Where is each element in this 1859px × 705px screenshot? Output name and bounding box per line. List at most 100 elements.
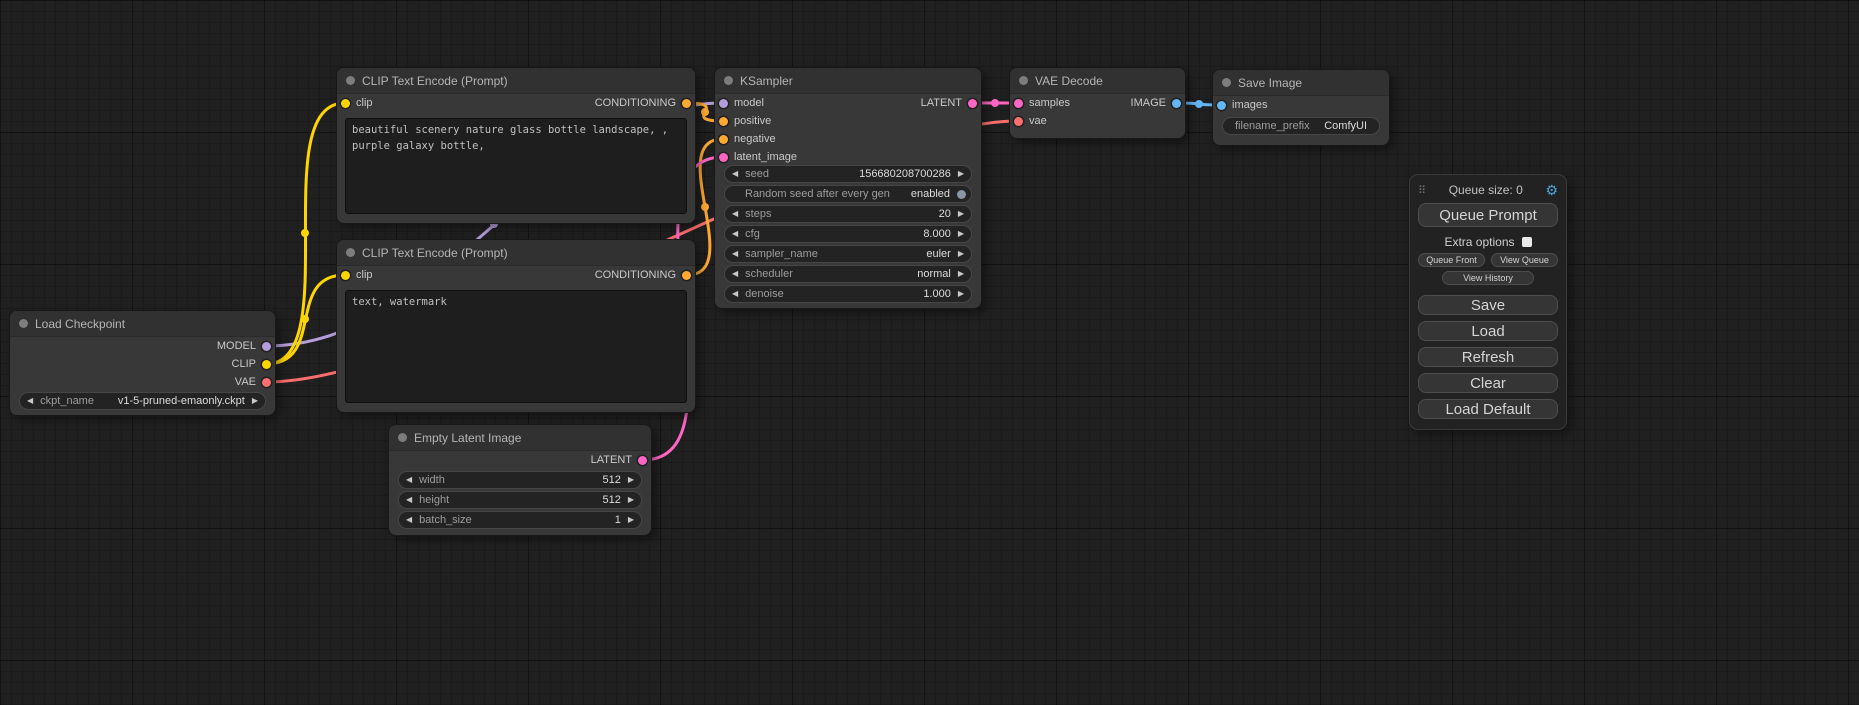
node-title-bar[interactable]: CLIP Text Encode (Prompt): [337, 68, 695, 94]
output-slot-conditioning[interactable]: CONDITIONING: [595, 266, 695, 284]
input-slot-latent-image[interactable]: latent_image: [715, 148, 981, 166]
node-empty-latent-image[interactable]: Empty Latent Image LATENT ◀ width 512 ▶ …: [389, 425, 651, 535]
decrement-arrow-icon[interactable]: ◀: [399, 512, 419, 528]
extra-options-checkbox[interactable]: [1522, 237, 1532, 247]
slot-dot-latent[interactable]: [638, 456, 647, 465]
slot-dot-conditioning[interactable]: [719, 117, 728, 126]
increment-arrow-icon[interactable]: ▶: [245, 393, 265, 409]
widget-denoise[interactable]: ◀ denoise 1.000 ▶: [725, 286, 971, 302]
node-title-bar[interactable]: KSampler: [715, 68, 981, 94]
clear-button[interactable]: Clear: [1418, 373, 1558, 393]
node-save-image[interactable]: Save Image images filename_prefix ComfyU…: [1213, 70, 1389, 145]
decrement-arrow-icon[interactable]: ◀: [725, 286, 745, 302]
node-clip-text-encode-positive[interactable]: CLIP Text Encode (Prompt) clip CONDITION…: [337, 68, 695, 223]
widget-sampler-name[interactable]: ◀ sampler_name euler ▶: [725, 246, 971, 262]
widget-seed[interactable]: ◀ seed 156680208700286 ▶: [725, 166, 971, 182]
output-slot-vae[interactable]: VAE: [10, 373, 275, 391]
view-history-button[interactable]: View History: [1442, 271, 1534, 285]
input-slot-images[interactable]: images: [1213, 96, 1389, 114]
collapse-toggle-icon[interactable]: [19, 319, 28, 328]
slot-dot-conditioning[interactable]: [682, 271, 691, 280]
node-vae-decode[interactable]: VAE Decode samples IMAGE vae: [1010, 68, 1185, 138]
widget-ckpt-name[interactable]: ◀ ckpt_name v1-5-pruned-emaonly.ckpt ▶: [20, 393, 265, 409]
save-button[interactable]: Save: [1418, 295, 1558, 315]
slot-dot-latent[interactable]: [719, 153, 728, 162]
slot-dot-model[interactable]: [719, 99, 728, 108]
node-title-bar[interactable]: CLIP Text Encode (Prompt): [337, 240, 695, 266]
increment-arrow-icon[interactable]: ▶: [951, 266, 971, 282]
slot-dot-vae[interactable]: [262, 378, 271, 387]
collapse-toggle-icon[interactable]: [346, 76, 355, 85]
collapse-toggle-icon[interactable]: [346, 248, 355, 257]
widget-steps[interactable]: ◀ steps 20 ▶: [725, 206, 971, 222]
output-slot-latent[interactable]: LATENT: [921, 94, 981, 112]
node-clip-text-encode-negative[interactable]: CLIP Text Encode (Prompt) clip CONDITION…: [337, 240, 695, 412]
prompt-textarea[interactable]: beautiful scenery nature glass bottle la…: [345, 118, 687, 214]
decrement-arrow-icon[interactable]: ◀: [399, 472, 419, 488]
widget-batch-size[interactable]: ◀ batch_size 1 ▶: [399, 512, 641, 528]
view-queue-button[interactable]: View Queue: [1491, 253, 1558, 267]
slot-dot-clip[interactable]: [341, 271, 350, 280]
output-slot-model[interactable]: MODEL: [10, 337, 275, 355]
node-title-bar[interactable]: Empty Latent Image: [389, 425, 651, 451]
node-ksampler[interactable]: KSampler model LATENT positive negative …: [715, 68, 981, 308]
widget-height[interactable]: ◀ height 512 ▶: [399, 492, 641, 508]
widget-width[interactable]: ◀ width 512 ▶: [399, 472, 641, 488]
refresh-button[interactable]: Refresh: [1418, 347, 1558, 367]
decrement-arrow-icon[interactable]: ◀: [725, 226, 745, 242]
slot-dot-vae[interactable]: [1014, 117, 1023, 126]
slot-dot-clip[interactable]: [262, 360, 271, 369]
drag-handle-icon[interactable]: ⠿: [1418, 184, 1426, 197]
slot-dot-latent[interactable]: [968, 99, 977, 108]
load-button[interactable]: Load: [1418, 321, 1558, 341]
slot-dot-conditioning[interactable]: [719, 135, 728, 144]
node-title-bar[interactable]: VAE Decode: [1010, 68, 1185, 94]
widget-cfg[interactable]: ◀ cfg 8.000 ▶: [725, 226, 971, 242]
widget-scheduler[interactable]: ◀ scheduler normal ▶: [725, 266, 971, 282]
node-title-bar[interactable]: Load Checkpoint: [10, 311, 275, 337]
slot-dot-image[interactable]: [1172, 99, 1181, 108]
input-slot-positive[interactable]: positive: [715, 112, 981, 130]
input-slot-negative[interactable]: negative: [715, 130, 981, 148]
increment-arrow-icon[interactable]: ▶: [951, 286, 971, 302]
output-slot-latent[interactable]: LATENT: [389, 451, 651, 469]
widget-random-seed-toggle[interactable]: Random seed after every gen enabled: [725, 186, 971, 202]
settings-gear-icon[interactable]: ⚙: [1545, 183, 1558, 197]
decrement-arrow-icon[interactable]: ◀: [725, 166, 745, 182]
queue-prompt-button[interactable]: Queue Prompt: [1418, 203, 1558, 227]
slot-dot-conditioning[interactable]: [682, 99, 691, 108]
increment-arrow-icon[interactable]: ▶: [621, 472, 641, 488]
input-slot-clip[interactable]: clip: [337, 94, 373, 112]
output-slot-clip[interactable]: CLIP: [10, 355, 275, 373]
input-slot-model[interactable]: model: [715, 94, 764, 112]
input-slot-clip[interactable]: clip: [337, 266, 373, 284]
increment-arrow-icon[interactable]: ▶: [621, 492, 641, 508]
collapse-toggle-icon[interactable]: [724, 76, 733, 85]
slot-dot-latent[interactable]: [1014, 99, 1023, 108]
decrement-arrow-icon[interactable]: ◀: [725, 206, 745, 222]
collapse-toggle-icon[interactable]: [398, 433, 407, 442]
increment-arrow-icon[interactable]: ▶: [951, 246, 971, 262]
queue-front-button[interactable]: Queue Front: [1418, 253, 1485, 267]
output-slot-conditioning[interactable]: CONDITIONING: [595, 94, 695, 112]
increment-arrow-icon[interactable]: ▶: [621, 512, 641, 528]
slot-dot-image[interactable]: [1217, 101, 1226, 110]
slot-dot-clip[interactable]: [341, 99, 350, 108]
increment-arrow-icon[interactable]: ▶: [951, 206, 971, 222]
decrement-arrow-icon[interactable]: ◀: [725, 266, 745, 282]
decrement-arrow-icon[interactable]: ◀: [725, 246, 745, 262]
node-load-checkpoint[interactable]: Load Checkpoint MODEL CLIP VAE ◀ ckpt_na…: [10, 311, 275, 415]
input-slot-samples[interactable]: samples: [1010, 94, 1070, 112]
collapse-toggle-icon[interactable]: [1222, 78, 1231, 87]
increment-arrow-icon[interactable]: ▶: [951, 226, 971, 242]
decrement-arrow-icon[interactable]: ◀: [399, 492, 419, 508]
collapse-toggle-icon[interactable]: [1019, 76, 1028, 85]
prompt-textarea[interactable]: text, watermark: [345, 290, 687, 403]
output-slot-image[interactable]: IMAGE: [1131, 94, 1185, 112]
slot-dot-model[interactable]: [262, 342, 271, 351]
increment-arrow-icon[interactable]: ▶: [951, 166, 971, 182]
graph-canvas[interactable]: Load Checkpoint MODEL CLIP VAE ◀ ckpt_na…: [0, 0, 1859, 705]
widget-filename-prefix[interactable]: filename_prefix ComfyUI: [1223, 118, 1379, 134]
load-default-button[interactable]: Load Default: [1418, 399, 1558, 419]
decrement-arrow-icon[interactable]: ◀: [20, 393, 40, 409]
